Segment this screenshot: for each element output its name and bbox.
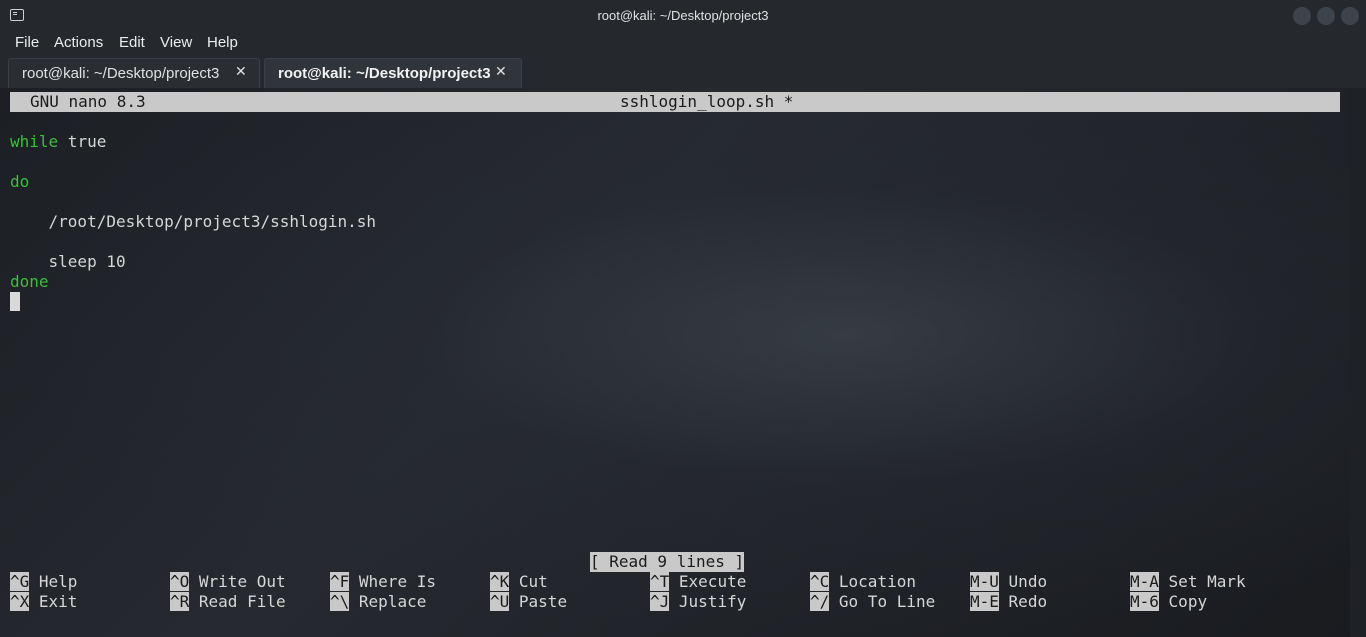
tab-2[interactable]: root@kali: ~/Desktop/project3 ✕: [264, 58, 522, 88]
shortcut-key: ^X: [10, 592, 30, 611]
shortcut-replace: ^\ Replace: [330, 592, 426, 612]
code-keyword: while: [10, 132, 59, 151]
shortcut-label: Go To Line: [838, 592, 936, 611]
shortcut-key: ^U: [490, 592, 510, 611]
code-text: true: [58, 132, 107, 151]
shortcut-label: Cut: [518, 572, 548, 591]
shortcut-label: Redo: [1008, 592, 1048, 611]
tab-bar: root@kali: ~/Desktop/project3 ✕ root@kal…: [0, 56, 1366, 88]
shortcut-execute: ^T Execute: [650, 572, 746, 592]
menu-edit[interactable]: Edit: [119, 34, 145, 51]
shortcut-go-to-line: ^/ Go To Line: [810, 592, 935, 612]
close-button[interactable]: [1341, 7, 1359, 25]
shortcut-label: Copy: [1168, 592, 1208, 611]
shortcut-where-is: ^F Where Is: [330, 572, 436, 592]
shortcut-key: M-E: [970, 592, 999, 611]
maximize-button[interactable]: [1317, 7, 1335, 25]
tab-1-close-icon[interactable]: ✕: [235, 64, 247, 80]
shortcut-label: Set Mark: [1168, 572, 1246, 591]
menu-file[interactable]: File: [15, 34, 39, 51]
shortcut-key: ^J: [650, 592, 670, 611]
shortcut-label: Undo: [1008, 572, 1048, 591]
tab-2-close-icon[interactable]: ✕: [495, 64, 507, 80]
code-text: sleep 10: [10, 252, 126, 271]
terminal-window: root@kali: ~/Desktop/project3 File Actio…: [0, 0, 1366, 637]
shortcut-key: M-A: [1130, 572, 1159, 591]
shortcut-key: ^\: [330, 592, 350, 611]
shortcut-write-out: ^O Write Out: [170, 572, 286, 592]
code-line-5: /root/Desktop/project3/sshlogin.sh: [10, 212, 377, 232]
terminal-area[interactable]: GNU nano 8.3 sshlogin_loop.sh * while tr…: [0, 88, 1366, 637]
shortcut-label: Justify: [678, 592, 747, 611]
nano-filename: sshlogin_loop.sh *: [620, 92, 794, 111]
shortcut-label: Exit: [38, 592, 78, 611]
shortcut-key: ^R: [170, 592, 190, 611]
tab-2-label: root@kali: ~/Desktop/project3: [278, 65, 491, 82]
shortcut-key: ^/: [810, 592, 830, 611]
shortcut-label: Execute: [678, 572, 747, 591]
nano-status-message: [ Read 9 lines ]: [590, 552, 745, 572]
shortcut-key: ^T: [650, 572, 670, 591]
code-line-1: while true: [10, 132, 106, 152]
shortcut-copy: M-6 Copy: [1130, 592, 1207, 612]
shortcut-key: ^C: [810, 572, 830, 591]
terminal-scrollbar[interactable]: [1350, 88, 1366, 637]
shortcut-key: ^F: [330, 572, 350, 591]
menu-actions[interactable]: Actions: [54, 34, 103, 51]
shortcut-help: ^G Help: [10, 572, 77, 592]
minimize-button[interactable]: [1293, 7, 1311, 25]
text-cursor: [10, 292, 20, 311]
shortcut-cut: ^K Cut: [490, 572, 548, 592]
shortcut-key: ^O: [170, 572, 190, 591]
shortcut-key: M-U: [970, 572, 999, 591]
shortcut-set-mark: M-A Set Mark: [1130, 572, 1246, 592]
shortcut-label: Write Out: [198, 572, 286, 591]
shortcut-label: Location: [838, 572, 916, 591]
menu-bar: File Actions Edit View Help: [0, 32, 1366, 56]
shortcut-label: Help: [38, 572, 78, 591]
tab-1-label: root@kali: ~/Desktop/project3: [22, 65, 220, 82]
code-keyword: done: [10, 272, 49, 291]
nano-header: GNU nano 8.3 sshlogin_loop.sh *: [10, 92, 1340, 112]
shortcut-justify: ^J Justify: [650, 592, 746, 612]
shortcut-exit: ^X Exit: [10, 592, 77, 612]
tab-1[interactable]: root@kali: ~/Desktop/project3 ✕: [8, 58, 260, 88]
menu-view[interactable]: View: [160, 34, 192, 51]
code-text: /root/Desktop/project3/sshlogin.sh: [10, 212, 377, 231]
code-keyword: do: [10, 172, 30, 191]
shortcut-read-file: ^R Read File: [170, 592, 286, 612]
window-title: root@kali: ~/Desktop/project3: [597, 8, 769, 23]
shortcut-label: Read File: [198, 592, 286, 611]
menu-help[interactable]: Help: [207, 34, 238, 51]
shortcut-key: ^G: [10, 572, 30, 591]
shortcut-redo: M-E Redo: [970, 592, 1047, 612]
code-line-3: do: [10, 172, 29, 192]
shortcut-key: M-6: [1130, 592, 1159, 611]
shortcut-label: Replace: [358, 592, 427, 611]
shortcut-paste: ^U Paste: [490, 592, 567, 612]
shortcut-location: ^C Location: [810, 572, 916, 592]
title-bar[interactable]: root@kali: ~/Desktop/project3: [0, 0, 1366, 32]
code-line-7: sleep 10: [10, 252, 126, 272]
nano-version: GNU nano 8.3: [30, 92, 146, 111]
shortcut-key: ^K: [490, 572, 510, 591]
shortcut-undo: M-U Undo: [970, 572, 1047, 592]
code-line-8: done: [10, 272, 49, 292]
shortcut-label: Where Is: [358, 572, 436, 591]
shortcut-label: Paste: [518, 592, 568, 611]
